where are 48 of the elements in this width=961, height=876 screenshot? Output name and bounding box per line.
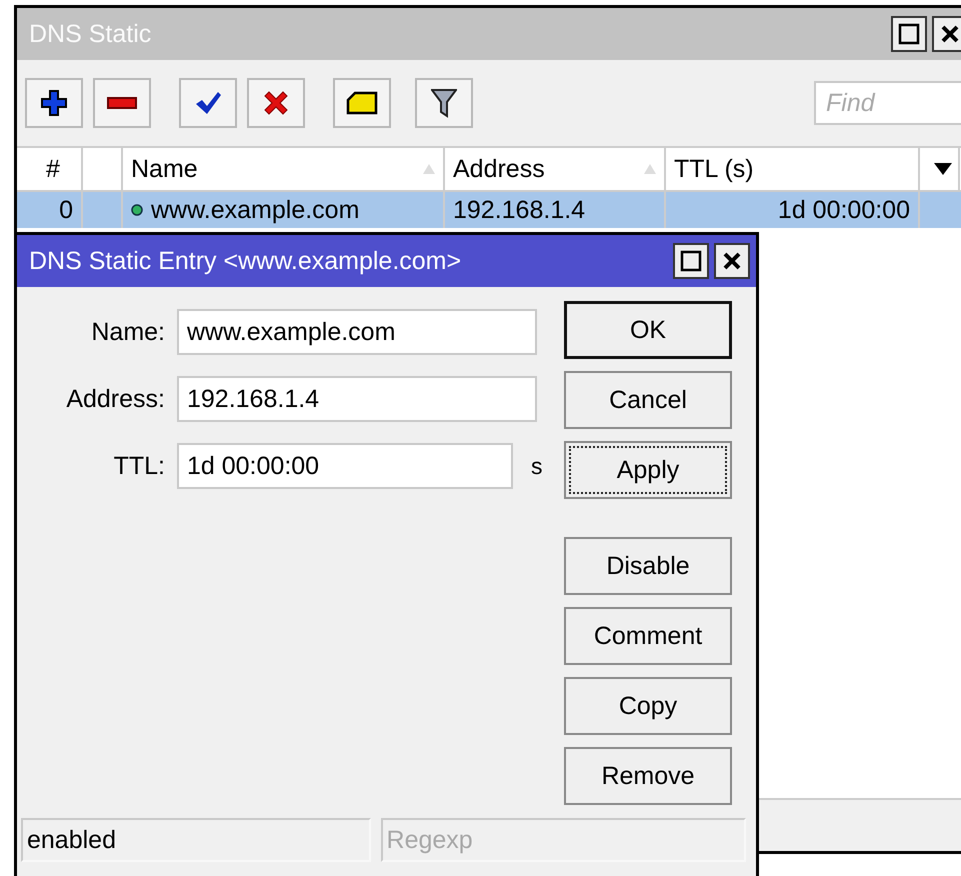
dialog-button[interactable]: Disable [564,537,732,595]
enable-button[interactable] [179,78,237,128]
plus-icon [40,89,68,117]
column-header[interactable]: Name [123,148,445,190]
status-text: enabled [21,818,371,862]
maximize-button[interactable] [891,16,927,52]
comment-button[interactable] [333,78,391,128]
input-field[interactable]: 1d 00:00:00 [177,443,513,489]
column-header[interactable]: # [17,148,83,190]
table-row[interactable]: 0 www.example.com 192.168.1.4 1d 00:00:00 [17,192,961,228]
add-button[interactable] [25,78,83,128]
close-icon [940,24,960,44]
dropdown-icon [934,163,952,175]
status-dot-icon [131,204,143,216]
remove-button[interactable] [93,78,151,128]
dialog-title: DNS Static Entry <www.example.com> [29,246,462,276]
close-button[interactable] [714,243,750,279]
dialog-button[interactable]: Apply [564,441,732,499]
dialog-button[interactable]: Copy [564,677,732,735]
filter-icon [431,88,457,118]
input-field[interactable]: www.example.com [177,309,537,355]
column-header[interactable]: TTL (s) [666,148,920,190]
checkmark-icon [194,90,222,116]
disable-button[interactable] [247,78,305,128]
table-cell: www.example.com [151,196,360,224]
minus-icon [107,97,137,109]
input-field[interactable]: 192.168.1.4 [177,376,537,422]
field-label: Address: [65,384,165,414]
close-icon [722,251,742,271]
dialog-button[interactable]: OK [564,301,732,359]
close-button[interactable] [932,16,961,52]
dialog-button[interactable]: Comment [564,607,732,665]
maximize-icon [680,250,702,272]
maximize-button[interactable] [673,243,709,279]
dialog-button[interactable]: Remove [564,747,732,805]
find-field[interactable]: Find [814,81,961,125]
field-label: TTL: [112,452,165,480]
sort-icon [423,164,435,174]
field-label: Name: [90,318,165,346]
window-title: DNS Static [29,20,152,48]
sort-icon [644,164,656,174]
dialog-button[interactable]: Cancel [564,371,732,429]
cross-icon [263,90,289,116]
maximize-icon [898,23,920,45]
unit-label: s [531,452,542,480]
note-icon [346,91,378,115]
filter-button[interactable] [415,78,473,128]
column-header[interactable]: Address [445,148,666,190]
